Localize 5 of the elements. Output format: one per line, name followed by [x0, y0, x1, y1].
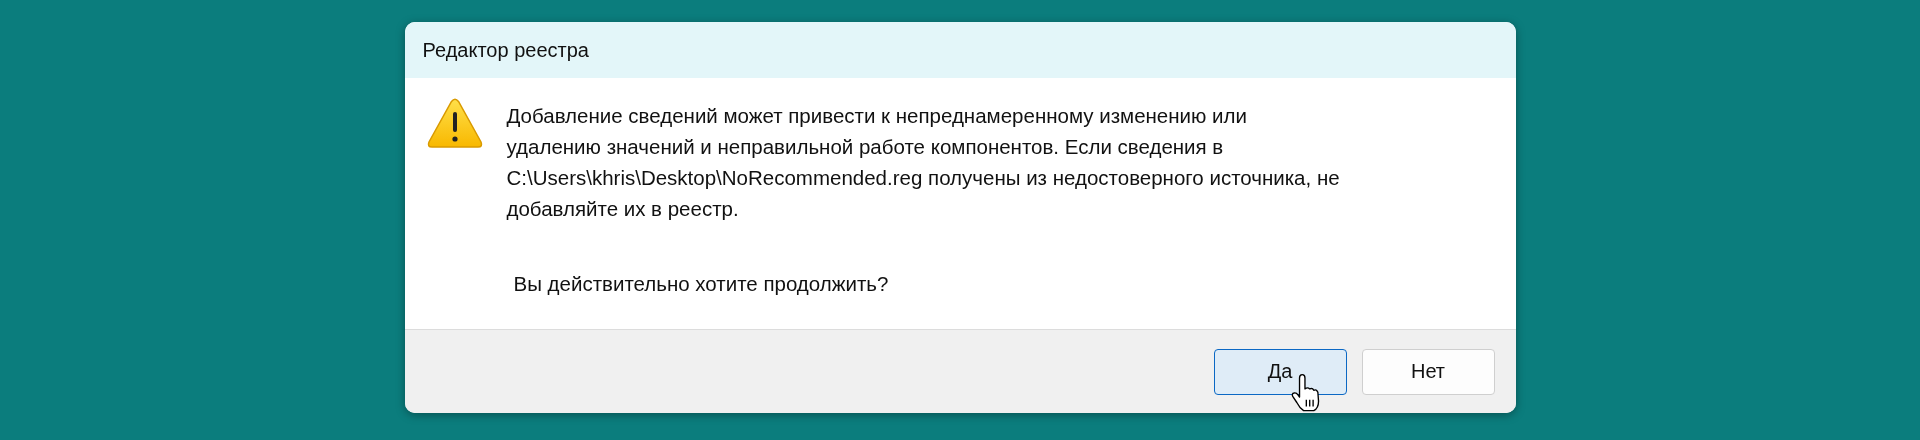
confirm-question: Вы действительно хотите продолжить?	[513, 271, 890, 297]
dialog-button[interactable]: Нет	[1361, 348, 1495, 395]
default-button[interactable]: Да	[1213, 348, 1347, 395]
window-title: Редактор реестра	[422, 38, 589, 62]
warning-message: Добавление сведений может привести к непреднамеренному изменению или удалению значений и неправильной работе компонентов. Если сведения в C:\Users\khris\Desktop\NoRecommended.reg получены из недостоверного источника, не добавляйте их в реестр.	[506, 103, 1340, 222]
